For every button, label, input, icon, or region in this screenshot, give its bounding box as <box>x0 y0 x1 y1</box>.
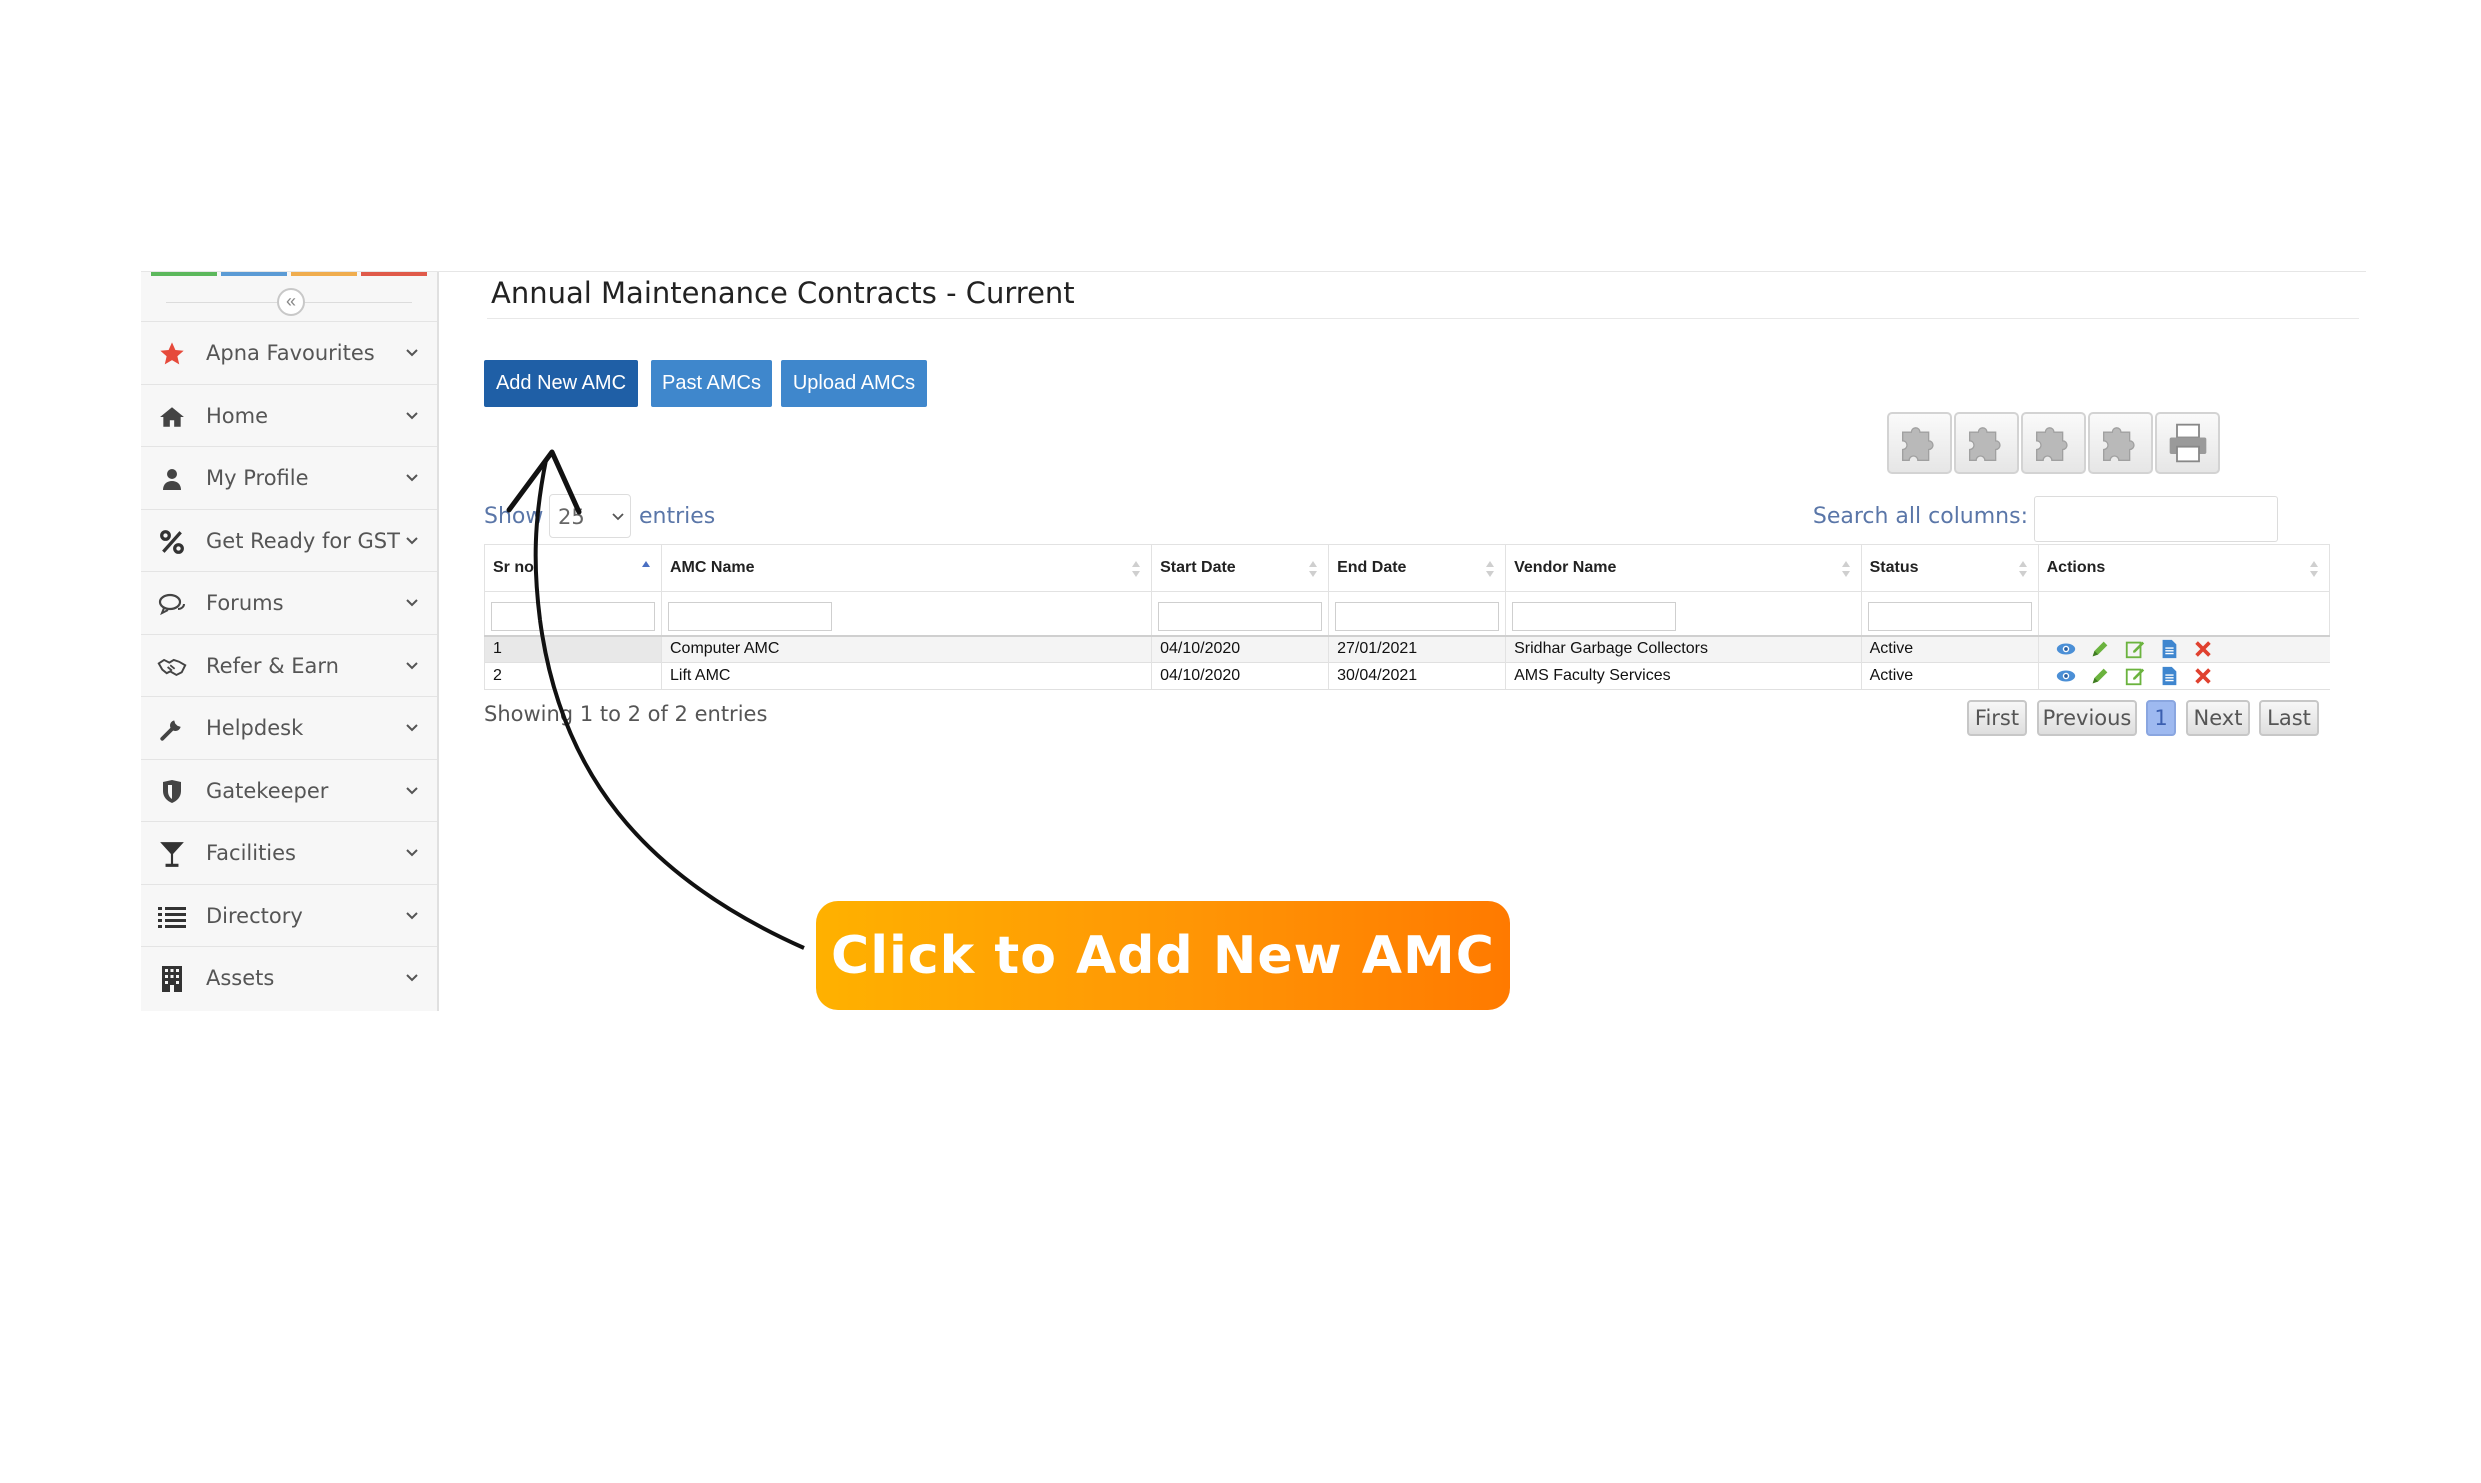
annotation-arrow <box>506 449 805 950</box>
callout-banner: Click to Add New AMC <box>816 901 1510 1010</box>
